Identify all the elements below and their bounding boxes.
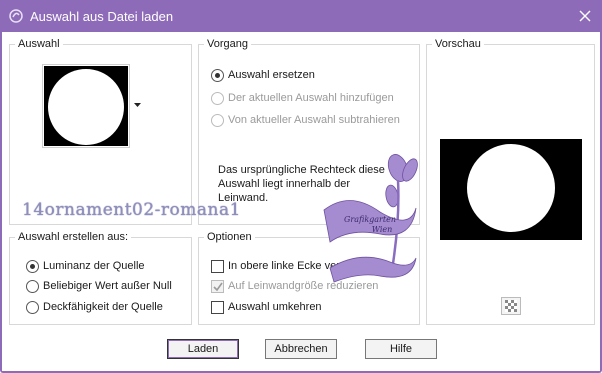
radio-luminance-source[interactable]: Luminanz der Quelle: [26, 258, 145, 274]
window-title: Auswahl aus Datei laden: [30, 9, 174, 24]
checkbox[interactable]: [211, 279, 224, 293]
help-button[interactable]: Hilfe: [365, 339, 437, 359]
watermark-badge-text: Wien: [372, 225, 393, 234]
radio-label: Beliebiger Wert außer Null: [43, 280, 172, 292]
radio-label: Der aktuellen Auswahl hinzufügen: [228, 92, 394, 104]
radio-source-opacity[interactable]: Deckfähigkeit der Quelle: [26, 299, 163, 315]
radio-label: Luminanz der Quelle: [43, 260, 145, 272]
dialog-client: Auswahl Vorgang Auswahl ersetzen Der akt…: [2, 32, 600, 371]
selection-thumbnail[interactable]: [43, 65, 129, 147]
radio-button[interactable]: [211, 91, 224, 105]
watermark-ornament: Grafikgarten Wien: [323, 154, 418, 283]
group-label-auswahl: Auswahl: [15, 37, 63, 51]
preview-canvas: [440, 139, 582, 240]
load-button[interactable]: Laden: [167, 339, 239, 359]
radio-any-nonzero-value[interactable]: Beliebiger Wert außer Null: [26, 278, 172, 294]
radio-button[interactable]: [211, 113, 224, 127]
radio-label: Auswahl ersetzen: [228, 69, 315, 81]
radio-label: Deckfähigkeit der Quelle: [43, 301, 163, 313]
preview-circle: [467, 144, 555, 232]
checkerboard-icon: [505, 300, 517, 312]
radio-replace-selection[interactable]: Auswahl ersetzen: [211, 67, 315, 83]
cancel-button[interactable]: Abbrechen: [265, 339, 337, 359]
watermark-text: 14ornament02-romana1: [22, 200, 241, 220]
checkbox-label: Auswahl umkehren: [228, 301, 322, 313]
group-auswahl: Auswahl: [9, 37, 192, 225]
radio-label: Von aktueller Auswahl subtrahieren: [228, 114, 400, 126]
radio-button[interactable]: [26, 300, 39, 314]
watermark-badge-text: Grafikgarten: [344, 215, 396, 224]
dropdown-arrow-icon[interactable]: [134, 103, 141, 108]
group-vorschau: Vorschau: [426, 37, 595, 325]
app-icon: [9, 9, 23, 23]
checkmark-icon: [213, 282, 223, 291]
group-label-erstellen: Auswahl erstellen aus:: [15, 230, 132, 244]
thumbnail-circle: [48, 69, 124, 145]
transparency-toggle-button[interactable]: [501, 297, 521, 315]
close-icon: [579, 10, 591, 22]
group-label-vorgang: Vorgang: [204, 37, 251, 51]
radio-button[interactable]: [26, 259, 39, 273]
radio-button[interactable]: [211, 68, 224, 82]
dialog-window: Auswahl aus Datei laden Auswahl Vorgang …: [0, 0, 602, 373]
close-button[interactable]: [572, 4, 598, 28]
radio-add-to-selection[interactable]: Der aktuellen Auswahl hinzufügen: [211, 90, 394, 106]
title-bar[interactable]: Auswahl aus Datei laden: [0, 0, 602, 32]
radio-subtract-from-selection[interactable]: Von aktueller Auswahl subtrahieren: [211, 112, 400, 128]
radio-button[interactable]: [26, 279, 39, 293]
checkbox-invert-selection[interactable]: Auswahl umkehren: [211, 299, 322, 315]
checkbox[interactable]: [211, 300, 224, 314]
group-auswahl-erstellen: Auswahl erstellen aus: Luminanz der Quel…: [9, 230, 192, 325]
group-label-vorschau: Vorschau: [432, 37, 484, 51]
checkbox[interactable]: [211, 259, 224, 273]
group-label-optionen: Optionen: [204, 230, 255, 244]
